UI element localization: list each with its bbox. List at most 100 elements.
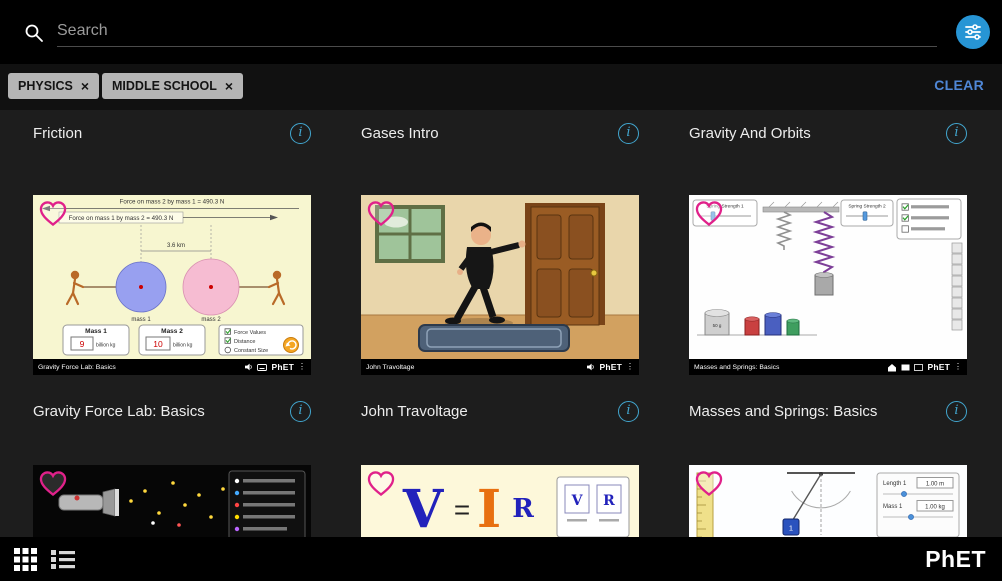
list-view-icon — [51, 549, 75, 569]
info-button[interactable]: i — [618, 401, 639, 422]
screen-one-icon — [901, 364, 910, 371]
kebab-menu-icon: ⋮ — [954, 363, 962, 371]
filter-chip-physics[interactable]: PHYSICS × — [8, 73, 99, 99]
filter-chips-bar: PHYSICS × MIDDLE SCHOOL × CLEAR — [0, 64, 1002, 110]
favorite-heart-button[interactable] — [38, 470, 68, 497]
svg-text:V: V — [402, 479, 445, 540]
svg-text:10: 10 — [153, 339, 163, 349]
svg-text:Force on mass 2 by mass 1 = 49: Force on mass 2 by mass 1 = 490.3 N — [120, 199, 225, 206]
kebab-menu-icon: ⋮ — [626, 363, 634, 371]
favorite-heart-button[interactable] — [694, 470, 724, 497]
sim-title-gravity-and-orbits[interactable]: Gravity And Orbits — [689, 125, 811, 142]
grid-view-button[interactable] — [14, 548, 37, 571]
search-header — [0, 0, 1002, 64]
reset-button — [284, 338, 299, 353]
svg-text:Force on mass 1 by mass 2 = 49: Force on mass 1 by mass 2 = 490.3 N — [69, 215, 174, 222]
screen-two-icon — [914, 364, 923, 371]
svg-text:I: I — [477, 479, 501, 540]
clear-filters-button[interactable]: CLEAR — [934, 77, 984, 93]
heart-icon — [694, 470, 724, 497]
filter-button[interactable] — [956, 15, 990, 49]
svg-text:Constant Size: Constant Size — [234, 348, 268, 354]
heart-icon — [38, 200, 68, 227]
info-icon: i — [626, 126, 630, 139]
spring-strength-panel-2: Spring Strength 2 — [841, 200, 893, 226]
filter-sliders-icon — [964, 23, 982, 41]
sim-card-gravity-force-lab-basics[interactable]: Force on mass 2 by mass 1 = 490.3 N Forc… — [33, 195, 311, 375]
sim-thumbnail-title: Gravity Force Lab: Basics — [38, 364, 116, 371]
chip-label: PHYSICS — [18, 79, 73, 93]
door — [525, 203, 605, 325]
svg-text:3.6 km: 3.6 km — [167, 243, 185, 249]
sim-thumbnail-bar: John Travoltage PhET ⋮ — [361, 359, 639, 375]
svg-text:1.00 kg: 1.00 kg — [925, 504, 945, 510]
phet-mini-logo: PhET — [271, 362, 294, 372]
info-icon: i — [626, 404, 630, 417]
info-icon: i — [954, 404, 958, 417]
svg-text:mass 2: mass 2 — [201, 317, 221, 323]
chip-label: MIDDLE SCHOOL — [112, 79, 217, 93]
keyboard-icon — [257, 364, 267, 371]
phet-mini-logo: PhET — [927, 362, 950, 372]
phet-logo: PhET — [925, 546, 986, 573]
sim-thumbnail-title: Masses and Springs: Basics — [694, 364, 779, 371]
svg-text:billion kg: billion kg — [173, 343, 193, 349]
svg-text:R: R — [512, 494, 534, 524]
home-icon — [887, 363, 897, 372]
favorite-heart-button[interactable] — [366, 470, 396, 497]
info-button[interactable]: i — [946, 401, 967, 422]
svg-text:Mass 2: Mass 2 — [161, 328, 183, 335]
svg-text:Mass 1: Mass 1 — [883, 504, 903, 510]
search-input[interactable] — [57, 15, 937, 47]
sim-title-row: Gravity Force Lab: Basics i — [33, 400, 311, 422]
heart-icon — [366, 470, 396, 497]
phet-mini-logo: PhET — [599, 362, 622, 372]
bottom-toolbar: PhET — [0, 537, 1002, 581]
results-grid: Friction i Gases Intro i Gravity And Orb… — [0, 110, 1002, 581]
heart-icon — [366, 200, 396, 227]
svg-text:Force Values: Force Values — [234, 330, 266, 336]
sim-title-gravity-force-lab-basics[interactable]: Gravity Force Lab: Basics — [33, 403, 205, 420]
heart-icon — [38, 470, 68, 497]
options-checkbox-panel — [897, 199, 961, 239]
sim-title-masses-and-springs-basics[interactable]: Masses and Springs: Basics — [689, 403, 877, 420]
svg-text:billion kg: billion kg — [96, 343, 116, 349]
mass1-control-panel: Mass 1 9 billion kg — [63, 325, 129, 355]
sim-title-row: Friction i — [33, 122, 311, 144]
sound-icon — [587, 363, 595, 371]
svg-text:1: 1 — [789, 524, 793, 533]
list-view-button[interactable] — [51, 549, 75, 569]
svg-text:Distance: Distance — [234, 339, 255, 345]
formula-panel: V R — [557, 477, 629, 537]
sim-title-row: Gravity And Orbits i — [689, 122, 967, 144]
info-button[interactable]: i — [290, 401, 311, 422]
sim-title-john-travoltage[interactable]: John Travoltage — [361, 403, 468, 420]
info-button[interactable]: i — [290, 123, 311, 144]
info-button[interactable]: i — [618, 123, 639, 144]
favorite-heart-button[interactable] — [38, 200, 68, 227]
favorite-heart-button[interactable] — [694, 200, 724, 227]
phet-search-page: PHYSICS × MIDDLE SCHOOL × CLEAR Friction… — [0, 0, 1002, 581]
svg-text:R: R — [603, 493, 615, 509]
sound-icon — [245, 363, 253, 371]
sim-title-row: John Travoltage i — [361, 400, 639, 422]
svg-text:=: = — [454, 494, 470, 525]
info-button[interactable]: i — [946, 123, 967, 144]
heart-icon — [694, 200, 724, 227]
favorite-heart-button[interactable] — [366, 200, 396, 227]
sim-title-friction[interactable]: Friction — [33, 125, 82, 142]
svg-text:Length 1: Length 1 — [883, 481, 907, 487]
hanging-mass — [815, 275, 833, 295]
svg-text:mass 1: mass 1 — [131, 317, 151, 323]
sim-card-masses-and-springs-basics[interactable]: Spring Strength 1 Spring Strength 2 — [689, 195, 967, 375]
kebab-menu-icon: ⋮ — [298, 363, 306, 371]
john-travoltage-thumbnail-image — [361, 195, 639, 359]
info-icon: i — [298, 126, 302, 139]
filter-chip-middle-school[interactable]: MIDDLE SCHOOL × — [102, 73, 243, 99]
chip-remove-icon[interactable]: × — [225, 79, 233, 93]
sim-thumbnail-bar: Masses and Springs: Basics PhET ⋮ — [689, 359, 967, 375]
chip-remove-icon[interactable]: × — [81, 79, 89, 93]
sim-title-gases-intro[interactable]: Gases Intro — [361, 125, 439, 142]
sim-card-john-travoltage[interactable]: John Travoltage PhET ⋮ — [361, 195, 639, 375]
svg-text:Mass 1: Mass 1 — [85, 328, 107, 335]
